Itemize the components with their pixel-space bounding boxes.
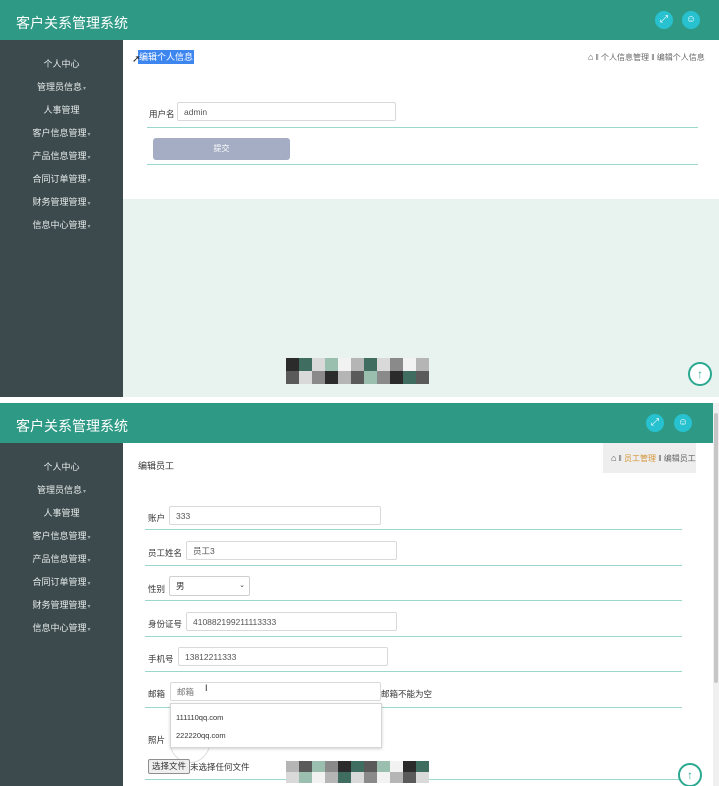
home-icon[interactable]: ⌂ xyxy=(611,453,616,463)
sidebar-item-customer[interactable]: 客户信息管理▾ xyxy=(0,126,123,139)
chevron-down-icon: ▾ xyxy=(87,535,91,541)
breadcrumb-item[interactable]: 员工管理 xyxy=(624,454,656,463)
chevron-down-icon: ▾ xyxy=(87,132,91,138)
back-to-top-icon[interactable]: ↑ xyxy=(688,362,712,386)
scrollbar-thumb[interactable] xyxy=(714,413,718,683)
chevron-down-icon: ▾ xyxy=(87,201,91,207)
choose-file-button[interactable]: 选择文件 xyxy=(148,759,191,774)
sidebar-item-customer[interactable]: 客户信息管理▾ xyxy=(0,529,123,542)
username-label: 用户名 xyxy=(149,109,175,119)
email-error-text: 邮箱不能为空 xyxy=(381,689,433,699)
blurred-watermark xyxy=(286,761,429,783)
chevron-down-icon: ▾ xyxy=(87,558,91,564)
sidebar-item-product[interactable]: 产品信息管理▾ xyxy=(0,552,123,565)
employee-name-label: 员工姓名 xyxy=(148,548,183,558)
chevron-down-icon: ▾ xyxy=(87,155,91,161)
email-input[interactable] xyxy=(170,682,381,701)
gender-label: 性别 xyxy=(148,584,166,594)
divider xyxy=(145,600,682,601)
file-status-text: 未选择任何文件 xyxy=(190,762,250,772)
id-number-input[interactable] xyxy=(186,612,397,631)
page-title: 编辑员工 xyxy=(138,461,175,471)
sidebar-item-personal-center[interactable]: 个人中心 xyxy=(0,57,123,70)
submit-button[interactable]: 提交 xyxy=(153,138,290,160)
blurred-watermark xyxy=(286,358,429,384)
sidebar-item-admin-info[interactable]: 管理员信息▾ xyxy=(0,483,123,496)
sidebar-item-contract[interactable]: 合同订单管理▾ xyxy=(0,172,123,185)
id-number-label: 身份证号 xyxy=(148,619,183,629)
fullscreen-icon[interactable]: ⤢ xyxy=(655,11,673,29)
email-suggestion[interactable]: 222220qq.com xyxy=(176,731,226,740)
app-title: 客户关系管理系统 xyxy=(16,418,128,434)
breadcrumb: ⌂ ‖ 个人信息管理 ‖ 编辑个人信息 xyxy=(588,52,705,62)
chevron-down-icon: ▾ xyxy=(87,581,91,587)
screen-edit-employee: 客户关系管理系统 ⤢ ☺ 个人中心 管理员信息▾ 人事管理 客户信息管理▾ 产品… xyxy=(0,403,719,786)
chevron-down-icon: ▾ xyxy=(87,178,91,184)
account-label: 账户 xyxy=(148,513,166,523)
page-title: 编辑个人信息 xyxy=(138,50,195,64)
chevron-down-icon: ▾ xyxy=(87,604,91,610)
divider xyxy=(147,127,698,128)
breadcrumb-item: 编辑个人信息 xyxy=(656,53,705,62)
fullscreen-icon[interactable]: ⤢ xyxy=(646,414,664,432)
sidebar-item-finance[interactable]: 财务管理管理▾ xyxy=(0,598,123,611)
divider xyxy=(145,636,682,637)
sidebar-item-hr[interactable]: 人事管理 xyxy=(0,103,123,116)
sidebar-item-admin-info[interactable]: 管理员信息▾ xyxy=(0,80,123,93)
employee-name-input[interactable] xyxy=(186,541,397,560)
header-bar: 客户关系管理系统 ⤢ ☺ xyxy=(0,0,719,40)
user-icon[interactable]: ☺ xyxy=(674,414,692,432)
main-content: 编辑个人信息 ⌂‖ 个人信息管理 ‖ 编辑个人信息 用户名 提交 ↑ xyxy=(123,40,719,397)
sidebar: 个人中心 管理员信息▾ 人事管理 客户信息管理▾ 产品信息管理▾ 合同订单管理▾… xyxy=(0,443,123,786)
user-icon[interactable]: ☺ xyxy=(682,11,700,29)
breadcrumb: ⌂ ‖ 员工管理 ‖ 编辑员工 xyxy=(603,443,696,473)
breadcrumb-item: 编辑员工 xyxy=(663,454,696,463)
username-input[interactable] xyxy=(177,102,396,121)
gender-select[interactable]: 男 ⌄ xyxy=(169,576,250,596)
sidebar-item-finance[interactable]: 财务管理管理▾ xyxy=(0,195,123,208)
sidebar-item-contract[interactable]: 合同订单管理▾ xyxy=(0,575,123,588)
app-title: 客户关系管理系统 xyxy=(16,15,128,31)
phone-label: 手机号 xyxy=(148,654,174,664)
chevron-down-icon: ▾ xyxy=(83,86,87,92)
sidebar-item-info-center[interactable]: 信息中心管理▾ xyxy=(0,621,123,634)
back-to-top-icon[interactable]: ↑ xyxy=(678,763,702,786)
main-content: 编辑员工 ⌂‖ 员工管理 ‖ 编辑员工 账户 员工姓名 性别 男⌄ 身份证号 手… xyxy=(123,443,719,786)
divider xyxy=(147,164,698,165)
chevron-down-icon: ▾ xyxy=(87,224,91,230)
divider xyxy=(145,565,682,566)
email-label: 邮箱 xyxy=(148,689,166,699)
account-input[interactable] xyxy=(169,506,381,525)
screen-edit-profile: 客户关系管理系统 ⤢ ☺ 个人中心 管理员信息▾ 人事管理 客户信息管理▾ 产品… xyxy=(0,0,719,397)
photo-label: 照片 xyxy=(148,735,166,745)
sidebar-item-product[interactable]: 产品信息管理▾ xyxy=(0,149,123,162)
scrollbar[interactable] xyxy=(713,403,719,786)
sidebar: 个人中心 管理员信息▾ 人事管理 客户信息管理▾ 产品信息管理▾ 合同订单管理▾… xyxy=(0,40,123,397)
sidebar-item-info-center[interactable]: 信息中心管理▾ xyxy=(0,218,123,231)
email-suggestion[interactable]: 111110qq.com xyxy=(176,713,223,722)
home-icon[interactable]: ⌂ xyxy=(588,52,593,62)
chevron-down-icon: ▾ xyxy=(87,627,91,633)
header-bar: 客户关系管理系统 ⤢ ☺ xyxy=(0,403,719,443)
divider xyxy=(145,529,682,530)
email-autocomplete: 111110qq.com 222220qq.com xyxy=(170,703,382,748)
mouse-cursor-icon: ➚ xyxy=(132,54,141,65)
sidebar-item-personal-center[interactable]: 个人中心 xyxy=(0,460,123,473)
chevron-down-icon: ▾ xyxy=(83,489,87,495)
divider xyxy=(145,671,682,672)
breadcrumb-item[interactable]: 个人信息管理 xyxy=(601,53,649,62)
phone-input[interactable] xyxy=(178,647,388,666)
sidebar-item-hr[interactable]: 人事管理 xyxy=(0,506,123,519)
text-cursor-icon: I xyxy=(205,683,208,693)
chevron-down-icon: ⌄ xyxy=(239,582,245,589)
